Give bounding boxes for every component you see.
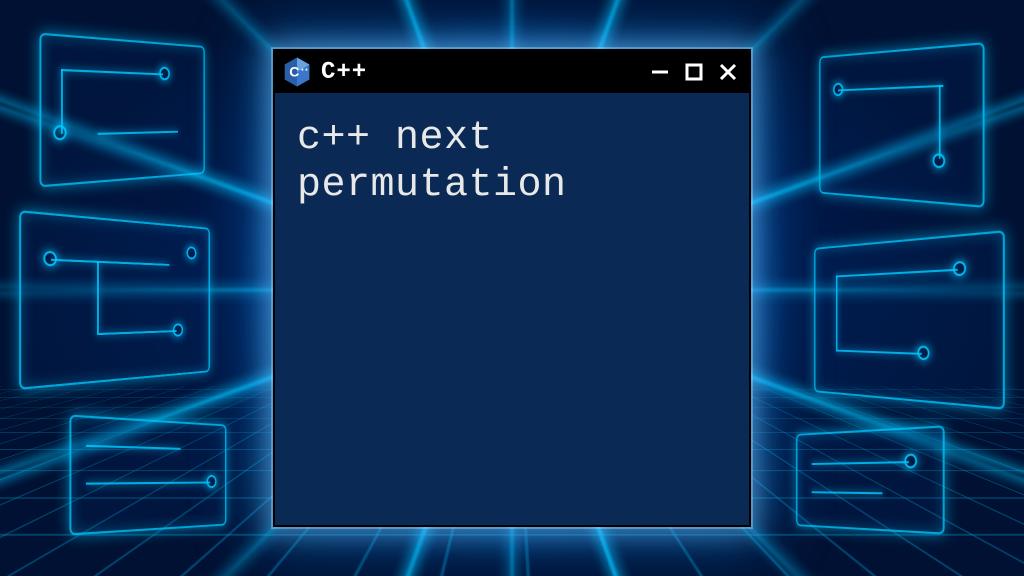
cpp-logo-icon: C + + — [283, 57, 311, 87]
window-controls — [649, 61, 739, 83]
minimize-button[interactable] — [649, 61, 671, 83]
svg-text:+: + — [301, 68, 304, 74]
circuit-panel — [819, 42, 984, 208]
terminal-content: c++ next permutation — [275, 93, 749, 525]
titlebar[interactable]: C + + C++ — [275, 51, 749, 93]
circuit-panel — [39, 33, 204, 188]
svg-text:C: C — [289, 63, 299, 79]
circuit-panel — [814, 230, 1005, 410]
svg-text:+: + — [305, 68, 308, 74]
close-button[interactable] — [717, 61, 739, 83]
circuit-panel — [19, 210, 210, 390]
terminal-window: C + + C++ c++ next permutation — [273, 49, 751, 527]
window-title: C++ — [321, 59, 639, 86]
maximize-button[interactable] — [683, 61, 705, 83]
